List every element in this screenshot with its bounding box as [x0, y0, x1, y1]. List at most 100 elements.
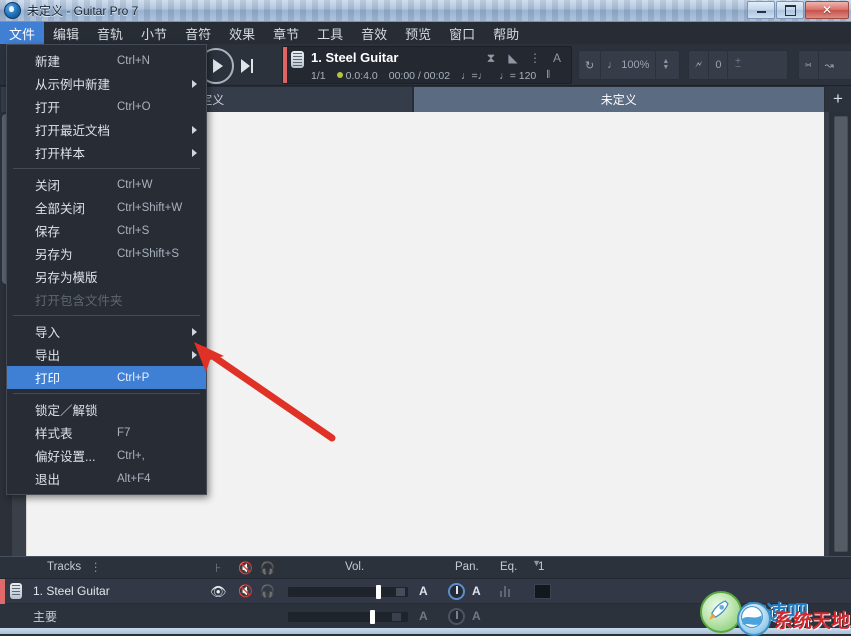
track-accent-bar — [283, 47, 287, 83]
menu-option-shortcut: Ctrl+S — [117, 224, 150, 237]
menu-option-open-recent[interactable]: 打开最近文档 — [7, 118, 206, 141]
chevron-right-icon — [192, 148, 197, 157]
tuning-fork-icon[interactable]: 🗲 — [689, 51, 710, 79]
menu-item-file[interactable]: 文件 — [0, 22, 45, 44]
menu-option-stylesheet[interactable]: 样式表 F7 — [7, 421, 206, 444]
menu-item-edit[interactable]: 编辑 — [44, 22, 88, 44]
menu-option-label: 打开包含文件夹 — [35, 294, 123, 308]
menu-option-quit[interactable]: 退出 Alt+F4 — [7, 467, 206, 490]
menu-option-label: 锁定／解锁 — [35, 404, 98, 418]
menu-option-label: 退出 — [35, 473, 61, 487]
menu-option-shortcut: Ctrl+Shift+W — [117, 201, 183, 214]
volume-knob[interactable] — [376, 585, 381, 599]
menu-option-close-all[interactable]: 全部关闭 Ctrl+Shift+W — [7, 196, 206, 219]
menu-option-open-sample[interactable]: 打开样本 — [7, 141, 206, 164]
kebab-menu-icon[interactable]: ⋮ — [525, 49, 545, 67]
metronome-icon[interactable]: 𝄃 — [547, 69, 549, 82]
track-color-swatch[interactable] — [534, 584, 551, 599]
close-icon: ✕ — [821, 3, 833, 17]
menu-option-lock-unlock[interactable]: 锁定／解锁 — [7, 398, 206, 421]
maximize-button[interactable] — [776, 1, 804, 19]
menu-option-export[interactable]: 导出 — [7, 343, 206, 366]
menu-item-help[interactable]: 帮助 — [484, 22, 528, 44]
header-mute-icon[interactable]: 🔇 — [238, 561, 253, 575]
volume-knob[interactable] — [370, 610, 375, 624]
hourglass-icon[interactable]: ⧗ — [481, 49, 501, 67]
menu-option-print[interactable]: 打印 Ctrl+P — [7, 366, 206, 389]
solo-icon[interactable]: 🎧 — [260, 584, 275, 598]
pan-knob[interactable] — [448, 583, 465, 600]
menu-option-label: 全部关闭 — [35, 202, 86, 216]
menu-item-bar[interactable]: 小节 — [132, 22, 176, 44]
menu-separator — [13, 315, 200, 316]
menu-option-open[interactable]: 打开 Ctrl+O — [7, 95, 206, 118]
header-solo-icon[interactable]: 🎧 — [260, 561, 275, 575]
menu-option-label: 打印 — [35, 372, 61, 386]
menu-option-label: 打开样本 — [35, 147, 86, 161]
tuning-value: 0 — [709, 51, 729, 79]
volume-segment — [392, 613, 401, 621]
menu-option-import[interactable]: 导入 — [7, 320, 206, 343]
measure-counter: 1/1 — [311, 69, 326, 82]
pan-automation-button[interactable]: A — [472, 584, 481, 598]
menu-separator — [13, 168, 200, 169]
speed-value: 100% — [621, 59, 650, 71]
header-automation-icon: ⊦ — [215, 561, 222, 575]
track-info-icons: ⧗ ◣ ⋮ A — [481, 49, 567, 67]
loop-button[interactable]: ↻ — [579, 51, 602, 79]
swing-display: ♩=♩ — [461, 69, 489, 82]
minimize-button[interactable] — [747, 1, 775, 19]
menu-item-note[interactable]: 音符 — [176, 22, 220, 44]
eye-icon[interactable]: 👁 — [210, 584, 227, 600]
menu-option-label: 关闭 — [35, 179, 61, 193]
menu-separator — [13, 393, 200, 394]
pan-knob[interactable] — [448, 608, 465, 625]
next-button[interactable] — [238, 56, 256, 76]
volume-slider[interactable] — [288, 585, 408, 599]
volume-automation-button[interactable]: A — [419, 609, 428, 623]
menu-item-preview[interactable]: 预览 — [396, 22, 440, 44]
text-tool-icon[interactable]: A — [547, 49, 567, 67]
transpose-stepper[interactable]: ＋－ — [728, 51, 747, 79]
mute-icon[interactable]: 🔇 — [238, 584, 253, 598]
eq-icon[interactable] — [500, 585, 510, 597]
tracks-collapse-icon[interactable]: ▼ — [532, 558, 541, 568]
menu-option-label: 新建 — [35, 55, 61, 69]
menu-option-shortcut: Ctrl+W — [117, 178, 153, 191]
menu-option-label: 导出 — [35, 349, 61, 363]
waveform-icon[interactable]: ⑅ — [799, 51, 819, 79]
add-tab-button[interactable]: + — [825, 86, 851, 112]
menu-item-tools[interactable]: 工具 — [308, 22, 352, 44]
menu-option-preferences[interactable]: 偏好设置... Ctrl+, — [7, 444, 206, 467]
volume-slider[interactable] — [288, 610, 408, 624]
menu-option-label: 导入 — [35, 326, 61, 340]
score-vertical-scrollbar[interactable] — [834, 116, 848, 552]
tracks-kebab-icon[interactable]: ⋮ — [90, 560, 102, 574]
menu-option-save-as-template[interactable]: 另存为模版 — [7, 265, 206, 288]
menu-item-section[interactable]: 章节 — [264, 22, 308, 44]
tab-document-2[interactable]: 未定义 — [412, 86, 825, 112]
menu-item-window[interactable]: 窗口 — [440, 22, 484, 44]
playback-group: ↻ ♩ 100% ▲ ▼ — [578, 50, 680, 80]
menu-option-save[interactable]: 保存 Ctrl+S — [7, 219, 206, 242]
track-info-panel[interactable]: 1. Steel Guitar 1/1 0.0:4.0 00:00 / 00:0… — [282, 46, 572, 84]
volume-automation-button[interactable]: A — [419, 584, 428, 598]
menu-item-effects[interactable]: 效果 — [220, 22, 264, 44]
pan-automation-button[interactable]: A — [472, 609, 481, 623]
menu-option-save-as[interactable]: 另存为 Ctrl+Shift+S — [7, 242, 206, 265]
menu-item-track[interactable]: 音轨 — [88, 22, 132, 44]
audio-group: ⑅ ↝ — [798, 50, 851, 80]
menu-option-new[interactable]: 新建 Ctrl+N — [7, 49, 206, 72]
menu-option-shortcut: Ctrl+O — [117, 100, 151, 113]
metronome-tool-icon[interactable]: ◣ — [503, 49, 523, 67]
track-status-line: 1/1 0.0:4.0 00:00 / 00:02 ♩=♩ ♩= 120 𝄃 — [311, 69, 550, 82]
menu-item-sound[interactable]: 音效 — [352, 22, 396, 44]
speed-stepper[interactable]: ▲ ▼ — [656, 51, 675, 79]
speed-control[interactable]: ♩ 100% — [601, 51, 657, 79]
menu-option-new-from-template[interactable]: 从示例中新建 — [7, 72, 206, 95]
close-button[interactable]: ✕ — [805, 1, 849, 19]
cable-icon[interactable]: ↝ — [819, 51, 840, 79]
current-track-name: 1. Steel Guitar — [311, 50, 399, 65]
menu-option-close[interactable]: 关闭 Ctrl+W — [7, 173, 206, 196]
title-bar: 未定义 - Guitar Pro 7 ✕ — [0, 0, 851, 22]
